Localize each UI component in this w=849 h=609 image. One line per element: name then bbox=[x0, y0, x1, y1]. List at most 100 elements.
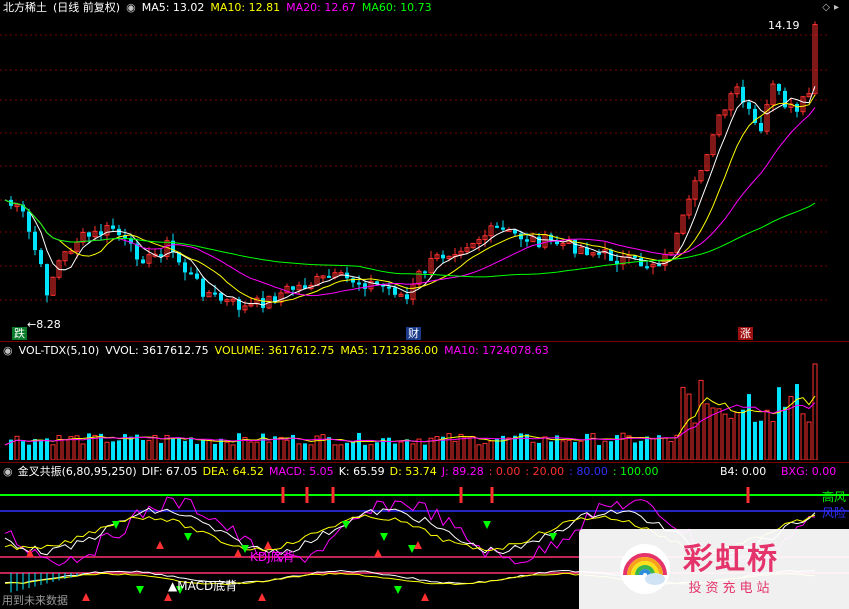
kdj-divergence-label: KDJ底背 bbox=[250, 550, 295, 564]
volume-bar bbox=[224, 441, 230, 460]
candlestick-chart[interactable] bbox=[0, 0, 849, 340]
down-arrow-icon bbox=[136, 586, 144, 594]
watermark-title: 彩虹桥 bbox=[683, 541, 779, 577]
candle-body bbox=[747, 102, 751, 109]
cai-badge[interactable]: 财 bbox=[406, 327, 421, 340]
volume-bar bbox=[405, 439, 409, 460]
volume-bar bbox=[398, 441, 404, 460]
macd-divergence-label: ▲MACD底背 bbox=[168, 579, 238, 593]
volume-bar bbox=[375, 442, 379, 460]
volume-bar bbox=[537, 442, 541, 460]
volume-bar bbox=[650, 437, 656, 460]
volume-bar bbox=[248, 441, 254, 460]
candle-body bbox=[159, 254, 163, 257]
volume-bar bbox=[351, 441, 355, 460]
candle-body bbox=[189, 272, 193, 275]
volume-bar bbox=[92, 434, 98, 460]
settings-icon[interactable]: ◉ bbox=[3, 464, 13, 480]
volume-bar bbox=[296, 443, 302, 460]
dif-label: DIF: 67.05 bbox=[141, 465, 198, 478]
candle-body bbox=[33, 231, 37, 251]
volume-bar bbox=[345, 442, 349, 460]
volume-bar bbox=[674, 434, 680, 460]
volume-bar bbox=[770, 420, 776, 460]
volume-bar bbox=[620, 432, 626, 460]
volume-chart[interactable] bbox=[0, 360, 849, 460]
volume-bar bbox=[741, 409, 745, 460]
volume-bar bbox=[800, 413, 806, 460]
candle-body bbox=[45, 264, 49, 296]
volume-bar bbox=[62, 439, 68, 460]
volume-header: ◉ VOL-TDX(5,10) VVOL: 3617612.75 VOLUME:… bbox=[0, 343, 549, 359]
volume-bar bbox=[135, 434, 139, 460]
volume-bar bbox=[189, 437, 193, 460]
watermark-subtitle: 投资充电站 bbox=[688, 580, 774, 596]
low-price-label: ←8.28 bbox=[27, 318, 61, 331]
candle-body bbox=[291, 286, 295, 290]
volume-bar bbox=[639, 440, 643, 460]
candle-body bbox=[213, 292, 217, 295]
candle-body bbox=[201, 278, 205, 297]
volume-bar bbox=[686, 393, 692, 460]
candle-body bbox=[363, 283, 367, 289]
watermark-text: 彩虹桥 投资充电站 bbox=[683, 541, 779, 596]
candle-body bbox=[405, 294, 409, 300]
candle-body bbox=[351, 278, 355, 283]
volume-bar bbox=[783, 406, 787, 460]
volume-bar bbox=[590, 433, 596, 460]
volume-bar bbox=[716, 408, 722, 460]
level20-label: : 20.00 bbox=[525, 465, 565, 478]
volume-bar bbox=[146, 439, 152, 460]
volume-bar bbox=[734, 412, 740, 460]
volume-bar bbox=[777, 387, 781, 460]
volume-bar bbox=[327, 437, 331, 460]
volume-bar bbox=[129, 436, 133, 460]
up-arrow-icon bbox=[164, 593, 172, 601]
candle-body bbox=[519, 233, 523, 240]
volume-indicator-name[interactable]: VOL-TDX(5,10) bbox=[19, 343, 100, 359]
volume-bar bbox=[549, 441, 553, 460]
volume-bar bbox=[560, 440, 566, 460]
volume-bar bbox=[555, 435, 559, 460]
b4-label: B4: 0.00 bbox=[720, 465, 767, 478]
die-badge[interactable]: 跌 bbox=[12, 327, 27, 340]
candle-body bbox=[87, 232, 91, 237]
volume-bar bbox=[27, 444, 31, 460]
volume-bar bbox=[254, 441, 260, 460]
vvol-label: VVOL: 3617612.75 bbox=[105, 344, 209, 357]
candle-body bbox=[387, 286, 391, 289]
up-arrow-icon bbox=[156, 541, 164, 549]
candle-body bbox=[393, 287, 397, 295]
volume-bar bbox=[602, 440, 608, 460]
volume-bar bbox=[452, 440, 458, 460]
volume-bar bbox=[219, 438, 223, 460]
volume-bar bbox=[206, 439, 212, 460]
volume-bar bbox=[416, 438, 422, 460]
indicator-name[interactable]: 金叉共振(6,80,95,250) bbox=[18, 464, 137, 480]
down-arrow-icon bbox=[380, 533, 388, 541]
volume-bar bbox=[320, 434, 326, 460]
watermark: 彩虹桥 投资充电站 bbox=[579, 529, 849, 609]
candle-body bbox=[777, 84, 781, 91]
volume-bar bbox=[495, 438, 499, 460]
candle-body bbox=[501, 227, 505, 230]
volume-bar bbox=[213, 443, 217, 460]
volume-bar bbox=[764, 409, 770, 460]
settings-icon[interactable]: ◉ bbox=[3, 343, 13, 359]
volume-bar bbox=[183, 440, 187, 460]
volume-bar bbox=[812, 363, 818, 460]
volume-bar bbox=[141, 440, 145, 460]
candle-body bbox=[495, 225, 499, 228]
volume-bar bbox=[39, 439, 43, 460]
volume-bar bbox=[662, 437, 668, 460]
gaofeng-label: 高风 bbox=[822, 490, 847, 504]
up-arrow-icon bbox=[234, 549, 242, 557]
signal-tick bbox=[746, 487, 750, 503]
volume-bar bbox=[578, 440, 584, 460]
zhang-badge[interactable]: 涨 bbox=[738, 327, 753, 340]
rainbow-logo-icon bbox=[620, 544, 670, 594]
d-label: D: 53.74 bbox=[389, 465, 437, 478]
volume-bar bbox=[704, 403, 710, 460]
volume-bar bbox=[692, 422, 698, 460]
candle-body bbox=[219, 292, 223, 301]
